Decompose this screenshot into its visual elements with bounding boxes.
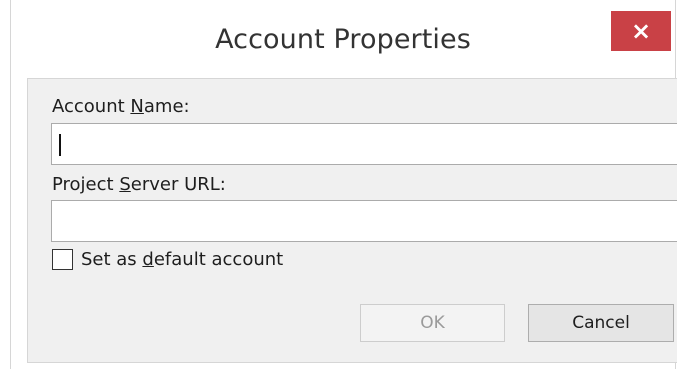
- close-button[interactable]: ×: [611, 11, 671, 51]
- cancel-button[interactable]: Cancel: [528, 304, 674, 342]
- account-properties-dialog: Account Properties × Account Name: Proje…: [10, 0, 677, 369]
- account-name-label: Account Name:: [52, 96, 190, 117]
- ok-button[interactable]: OK: [360, 304, 505, 342]
- dialog-title: Account Properties: [215, 24, 471, 55]
- title-bar: Account Properties ×: [11, 0, 675, 78]
- close-icon: ×: [630, 17, 652, 45]
- server-url-label: Project Server URL:: [52, 174, 226, 195]
- default-account-label[interactable]: Set as default account: [81, 249, 283, 270]
- default-account-checkbox[interactable]: [52, 249, 73, 270]
- text-caret: [59, 134, 61, 156]
- server-url-input[interactable]: [51, 200, 677, 242]
- default-account-option[interactable]: Set as default account: [52, 249, 283, 270]
- account-name-input[interactable]: [51, 123, 677, 165]
- dialog-body: Account Name: Project Server URL: Set as…: [27, 78, 677, 363]
